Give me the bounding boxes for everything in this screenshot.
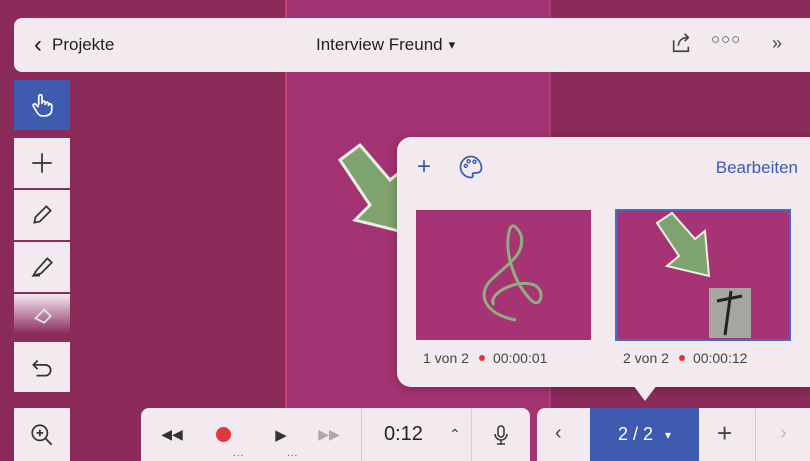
playback-time: 0:12 [384, 423, 423, 445]
chevron-down-icon: ▾ [665, 427, 672, 442]
plus-icon[interactable]: + [717, 418, 732, 449]
hand-pointer-icon[interactable] [14, 80, 70, 130]
slide-thumbnail[interactable] [416, 210, 591, 340]
project-title: Interview Freund [316, 35, 443, 54]
page-counter: 2 / 2 [617, 424, 653, 444]
undo-icon[interactable] [14, 342, 70, 392]
chevron-left-icon: ‹ [34, 31, 42, 58]
slide-time: 00:00:01 [492, 350, 548, 366]
record-dot-icon [478, 355, 485, 361]
plus-icon[interactable] [14, 138, 70, 188]
slide-number: 1 von 2 [423, 350, 469, 366]
zoom-in-icon [31, 423, 53, 445]
collapse-icon[interactable]: » [772, 33, 782, 54]
top-bar: ‹ Projekte Interview Freund ▾ ○○○ » [14, 18, 810, 72]
toolbar-fade [14, 294, 70, 334]
playback-bar: ◀◀ ... ▶ ... ▶▶ 0:12 ⌃ [141, 408, 530, 461]
rewind-icon[interactable]: ◀◀ [159, 408, 185, 461]
project-title-dropdown[interactable]: Interview Freund ▾ [316, 35, 455, 55]
divider [755, 408, 756, 461]
popup-tail [633, 385, 657, 401]
back-button[interactable]: ‹ Projekte [14, 33, 114, 57]
edit-button[interactable]: Bearbeiten [716, 158, 798, 178]
divider [361, 408, 362, 461]
record-dot-icon [678, 355, 685, 361]
slide-thumbnail-selected[interactable] [615, 209, 791, 341]
zoom-button[interactable] [14, 408, 70, 461]
record-icon [215, 427, 231, 442]
slide-number: 2 von 2 [623, 350, 669, 366]
pencil-icon[interactable] [14, 190, 70, 240]
slides-popup: + Bearbeiten 1 von 2 00:00:01 2 von 2 00… [397, 137, 810, 401]
play-options-dots[interactable]: ... [287, 448, 298, 459]
slide-caption: 1 von 2 00:00:01 [423, 350, 547, 366]
chevron-down-icon: ▾ [448, 37, 456, 52]
slide-caption: 2 von 2 00:00:12 [623, 350, 747, 366]
more-icon[interactable]: ○○○ [711, 31, 741, 48]
slide-time: 00:00:12 [692, 350, 748, 366]
left-toolbar [14, 80, 70, 461]
fast-forward-icon[interactable]: ▶▶ [316, 408, 342, 461]
share-icon[interactable] [670, 32, 692, 54]
palette-icon[interactable] [457, 153, 485, 181]
page-navigation: ‹ 2 / 2 ▾ + › [537, 408, 810, 461]
fish-drawing [482, 224, 543, 322]
back-label: Projekte [52, 35, 115, 54]
record-options-dots[interactable]: ... [233, 448, 244, 459]
chevron-up-icon[interactable]: ⌃ [449, 408, 461, 461]
arrow-drawing [655, 211, 751, 338]
record-button[interactable] [213, 408, 233, 461]
page-selector[interactable]: 2 / 2 ▾ [590, 408, 699, 461]
microphone-icon[interactable] [481, 408, 521, 461]
chevron-right-icon[interactable]: › [780, 422, 787, 445]
chevron-left-icon[interactable]: ‹ [555, 422, 562, 445]
divider [471, 408, 472, 461]
plus-icon[interactable]: + [417, 155, 431, 179]
highlighter-icon[interactable] [14, 242, 70, 292]
